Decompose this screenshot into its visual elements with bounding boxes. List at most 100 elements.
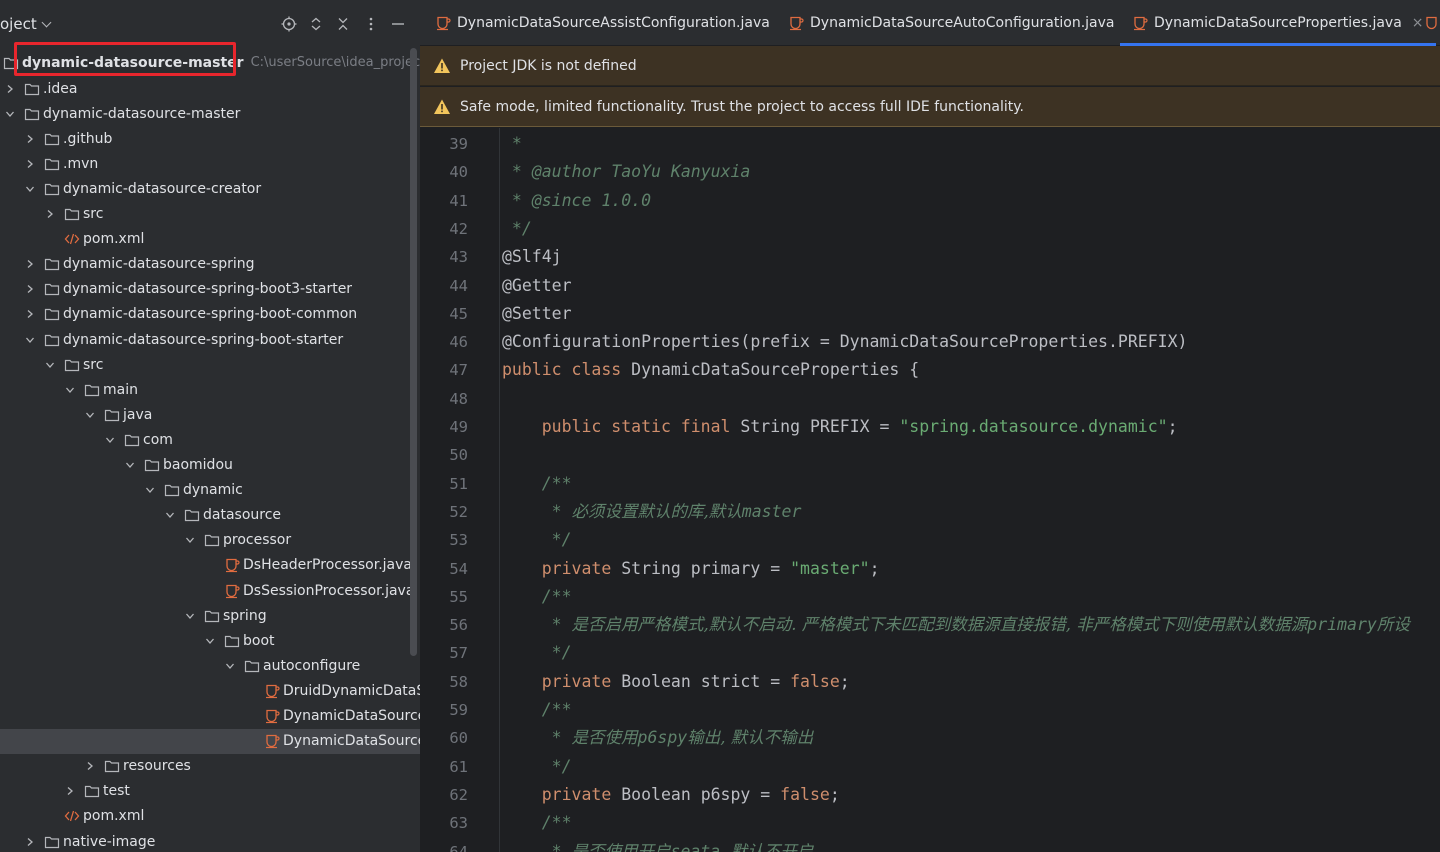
chevron-right-icon[interactable] xyxy=(24,283,36,295)
code-line[interactable]: @Setter xyxy=(502,300,572,328)
code-line[interactable]: * xyxy=(502,130,522,158)
chevron-right-icon[interactable] xyxy=(4,83,16,95)
tree-scrollbar[interactable] xyxy=(410,48,417,656)
chevron-down-icon[interactable] xyxy=(64,384,76,396)
code-line[interactable]: */ xyxy=(502,639,572,667)
code-line[interactable]: * 是否使用开启seata, 默认不开启 xyxy=(502,838,814,852)
tree-item[interactable]: DsHeaderProcessor.java xyxy=(0,553,420,578)
tree-item[interactable]: pom.xml xyxy=(0,227,420,252)
code-line[interactable]: /** xyxy=(502,583,572,611)
line-number: 63 xyxy=(449,814,468,833)
tree-item[interactable]: src xyxy=(0,202,420,227)
code-line[interactable]: * @since 1.0.0 xyxy=(502,187,651,215)
tab-auto-configuration[interactable]: DynamicDataSourceAutoConfiguration.java xyxy=(788,0,1115,46)
chevron-down-icon[interactable] xyxy=(224,660,236,672)
more-icon[interactable] xyxy=(360,13,382,35)
tree-item[interactable]: datasource xyxy=(0,503,420,528)
tree-item[interactable]: native-image xyxy=(0,829,420,852)
tree-item[interactable]: autoconfigure xyxy=(0,653,420,678)
chevron-down-icon[interactable] xyxy=(184,610,196,622)
code-line[interactable]: private Boolean p6spy = false; xyxy=(502,781,840,809)
tree-item[interactable]: pom.xml xyxy=(0,804,420,829)
tab-assist-configuration[interactable]: DynamicDataSourceAssistConfiguration.jav… xyxy=(435,0,770,46)
tree-item[interactable]: baomidou xyxy=(0,453,420,478)
code-token: * xyxy=(502,162,532,182)
chevron-down-icon[interactable] xyxy=(24,334,36,346)
tab-properties[interactable]: DynamicDataSourceProperties.java × xyxy=(1120,0,1436,46)
code-token: /** xyxy=(502,473,572,493)
line-number: 46 xyxy=(449,333,468,352)
tree-item[interactable]: dynamic-datasource-spring xyxy=(0,252,420,277)
tree-item[interactable]: DynamicDataSourceA xyxy=(0,728,420,754)
tree-item[interactable]: java xyxy=(0,402,420,427)
code-editor[interactable]: 39 40 41 42 43 44 45 46 47 48 49 50 51 52 53 54 55 56 57 58… xyxy=(420,128,1440,852)
tree-item[interactable]: .mvn xyxy=(0,151,420,176)
chevron-down-icon[interactable] xyxy=(144,484,156,496)
code-line[interactable]: @Getter xyxy=(502,272,572,300)
chevron-down-icon[interactable] xyxy=(44,359,56,371)
code-line[interactable]: @ConfigurationProperties(prefix = Dynami… xyxy=(502,328,1187,356)
tree-item[interactable]: com xyxy=(0,427,420,452)
chevron-right-icon[interactable] xyxy=(64,785,76,797)
locate-icon[interactable] xyxy=(278,13,300,35)
tree-item[interactable]: test xyxy=(0,779,420,804)
minimize-icon[interactable] xyxy=(387,13,409,35)
tree-item[interactable]: dynamic xyxy=(0,478,420,503)
chevron-right-icon[interactable] xyxy=(24,308,36,320)
chevron-down-icon[interactable] xyxy=(84,409,96,421)
tree-item[interactable]: DruidDynamicDataSo xyxy=(0,678,420,703)
project-tool-window: oject dynamic-datasource-master C:\userS… xyxy=(0,0,420,852)
code-line[interactable]: * 必须设置默认的库,默认master xyxy=(502,498,802,526)
chevron-right-icon[interactable] xyxy=(24,158,36,170)
code-line[interactable]: */ xyxy=(502,215,532,243)
code-line[interactable]: * @author TaoYu Kanyuxia xyxy=(502,158,750,186)
chevron-right-icon[interactable] xyxy=(24,258,36,270)
tree-item[interactable]: boot xyxy=(0,628,420,653)
code-line[interactable]: private String primary = "master"; xyxy=(502,555,880,583)
code-line[interactable]: */ xyxy=(502,526,572,554)
tree-item[interactable]: .idea xyxy=(0,76,420,101)
chevron-down-icon[interactable] xyxy=(24,183,36,195)
tree-item[interactable]: spring xyxy=(0,603,420,628)
tree-item[interactable]: resources xyxy=(0,754,420,779)
close-icon[interactable] xyxy=(332,13,354,35)
code-line[interactable]: @Slf4j xyxy=(502,243,562,271)
code-line[interactable]: * 是否启用严格模式,默认不启动. 严格模式下未匹配到数据源直接报错, 非严格模… xyxy=(502,611,1410,639)
chevron-right-icon[interactable] xyxy=(84,760,96,772)
code-line[interactable]: */ xyxy=(502,753,572,781)
code-line[interactable]: private Boolean strict = false; xyxy=(502,668,850,696)
tree-item[interactable]: .github xyxy=(0,126,420,151)
code-line[interactable]: /** xyxy=(502,809,572,837)
chevron-down-icon[interactable] xyxy=(184,534,196,546)
chevron-right-icon[interactable] xyxy=(44,208,56,220)
chevron-down-icon[interactable] xyxy=(4,108,16,120)
chevron-right-icon[interactable] xyxy=(24,133,36,145)
code-line[interactable]: /** xyxy=(502,696,572,724)
chevron-down-icon[interactable] xyxy=(204,635,216,647)
tree-item[interactable]: DsSessionProcessor.java xyxy=(0,578,420,603)
tab-overflow[interactable] xyxy=(1424,0,1440,46)
tree-item[interactable]: dynamic-datasource-spring-boot3-starter xyxy=(0,277,420,302)
code-line[interactable]: /** xyxy=(502,470,572,498)
chevron-right-icon[interactable] xyxy=(24,836,36,848)
line-number: 57 xyxy=(449,644,468,663)
chevron-down-icon[interactable] xyxy=(104,434,116,446)
tree-item[interactable]: src xyxy=(0,352,420,377)
project-panel-header: oject xyxy=(0,0,420,48)
code-line[interactable]: public static final String PREFIX = "spr… xyxy=(502,413,1178,441)
code-line[interactable]: public class DynamicDataSourceProperties… xyxy=(502,356,919,384)
expand-collapse-icon[interactable] xyxy=(305,13,327,35)
tree-item-label: dynamic-datasource-spring-boot-common xyxy=(63,306,358,323)
chevron-down-icon[interactable] xyxy=(164,509,176,521)
tree-item[interactable]: processor xyxy=(0,528,420,553)
tree-item[interactable]: dynamic-datasource-spring-boot-common xyxy=(0,302,420,327)
project-view-selector[interactable]: oject xyxy=(0,15,52,33)
tree-item[interactable]: main xyxy=(0,377,420,402)
chevron-down-icon[interactable] xyxy=(124,459,136,471)
code-line[interactable]: * 是否使用p6spy输出, 默认不输出 xyxy=(502,724,814,752)
tree-item[interactable]: dynamic-datasource-master xyxy=(0,101,420,126)
tree-item[interactable]: dynamic-datasource-spring-boot-starter xyxy=(0,327,420,352)
tree-item[interactable]: dynamic-datasource-creator xyxy=(0,176,420,201)
close-tab-icon[interactable]: × xyxy=(1412,15,1424,31)
tree-item[interactable]: DynamicDataSourceA xyxy=(0,704,420,729)
